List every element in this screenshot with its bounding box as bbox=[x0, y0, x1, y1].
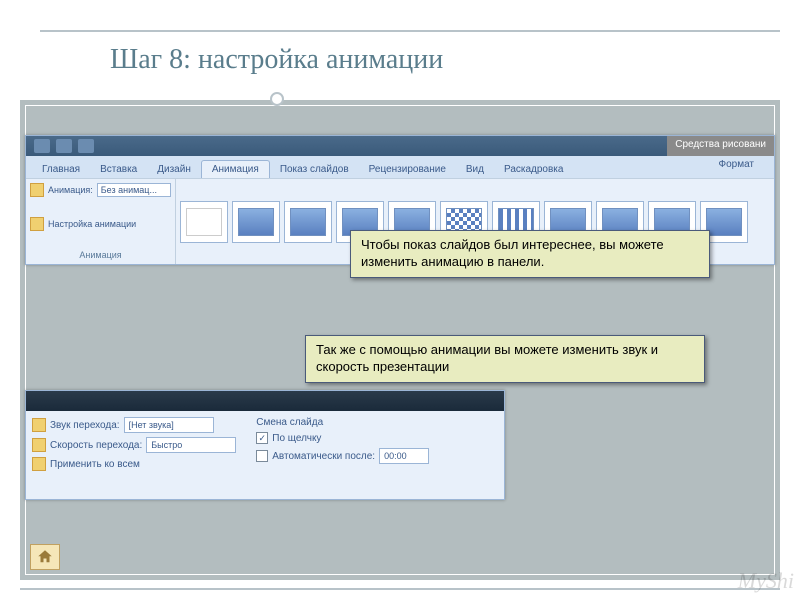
home-icon bbox=[36, 548, 54, 566]
change-slide-title: Смена слайда bbox=[256, 417, 429, 428]
watermark: MyShi bbox=[738, 568, 794, 594]
tab-review[interactable]: Рецензирование bbox=[359, 161, 456, 178]
apply-all-icon bbox=[32, 457, 46, 471]
tab-slideshow[interactable]: Показ слайдов bbox=[270, 161, 359, 178]
tab-insert[interactable]: Вставка bbox=[90, 161, 147, 178]
custom-anim-icon bbox=[30, 217, 44, 231]
undo-icon[interactable] bbox=[56, 139, 72, 153]
home-button[interactable] bbox=[30, 544, 60, 570]
transition-preview[interactable] bbox=[232, 201, 280, 243]
group-label: Анимация bbox=[30, 250, 171, 260]
transition-none[interactable] bbox=[180, 201, 228, 243]
speed-icon bbox=[32, 438, 46, 452]
quick-access-toolbar bbox=[26, 136, 774, 156]
tab-view[interactable]: Вид bbox=[456, 161, 494, 178]
transition-settings: Звук перехода: [Нет звука] Скорость пере… bbox=[25, 390, 505, 500]
redo-icon[interactable] bbox=[78, 139, 94, 153]
speed-dropdown[interactable]: Быстро bbox=[146, 437, 236, 453]
auto-after-label: Автоматически после: bbox=[272, 451, 375, 462]
decor-circle bbox=[270, 92, 284, 106]
context-tab-label: Средства рисовани bbox=[667, 136, 774, 156]
custom-anim-button[interactable]: Настройка анимации bbox=[48, 219, 136, 229]
sound-dropdown[interactable]: [Нет звука] bbox=[124, 417, 214, 433]
callout-1: Чтобы показ слайдов был интереснее, вы м… bbox=[350, 230, 710, 278]
callout-2: Так же с помощью анимации вы можете изме… bbox=[305, 335, 705, 383]
tab-storyboard[interactable]: Раскадровка bbox=[494, 161, 573, 178]
page-title: Шаг 8: настройка анимации bbox=[110, 44, 443, 76]
on-click-checkbox[interactable]: ✓ bbox=[256, 432, 268, 444]
animation-dropdown[interactable]: Без анимац... bbox=[97, 183, 171, 197]
save-icon[interactable] bbox=[34, 139, 50, 153]
ribbon-tabs: Главная Вставка Дизайн Анимация Показ сл… bbox=[26, 156, 774, 178]
tab-animation[interactable]: Анимация bbox=[201, 160, 270, 178]
tab-design[interactable]: Дизайн bbox=[147, 161, 201, 178]
anim-label: Анимация: bbox=[48, 185, 93, 195]
tab-home[interactable]: Главная bbox=[32, 161, 90, 178]
apply-all-button[interactable]: Применить ко всем bbox=[50, 459, 140, 470]
content-panel: Средства рисовани Формат Главная Вставка… bbox=[20, 100, 780, 580]
sound-label: Звук перехода: bbox=[50, 420, 120, 431]
auto-checkbox[interactable] bbox=[256, 450, 268, 462]
transition-preview[interactable] bbox=[284, 201, 332, 243]
tab-format[interactable]: Формат bbox=[708, 156, 764, 173]
animation-group: Анимация: Без анимац... Настройка анимац… bbox=[26, 179, 176, 264]
animate-icon bbox=[30, 183, 44, 197]
time-spinner[interactable]: 00:00 bbox=[379, 448, 429, 464]
on-click-label: По щелчку bbox=[272, 433, 321, 444]
sound-icon bbox=[32, 418, 46, 432]
speed-label: Скорость перехода: bbox=[50, 440, 142, 451]
